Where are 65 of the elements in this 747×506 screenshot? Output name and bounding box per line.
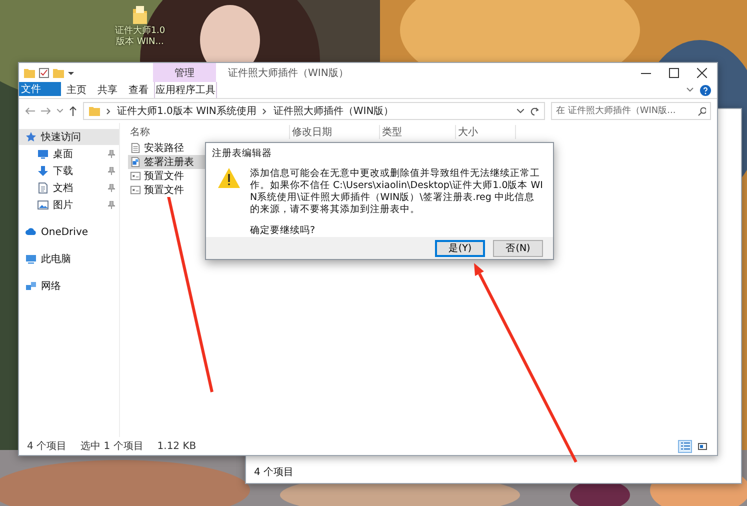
- nav-item[interactable]: 网络: [19, 278, 119, 294]
- nav-item[interactable]: 此电脑: [19, 251, 119, 267]
- document-icon: [37, 182, 49, 194]
- file-icon: [130, 184, 141, 196]
- ribbon-tab[interactable]: 查看: [123, 82, 154, 98]
- file-icon: [130, 142, 141, 154]
- item-count: 4 个项目: [254, 467, 294, 478]
- folder-icon[interactable]: [133, 6, 147, 24]
- maximize-icon[interactable]: [669, 68, 679, 78]
- ribbon-tab[interactable]: 文件: [19, 82, 61, 96]
- item-count: 4 个项目: [27, 440, 67, 453]
- warning-icon: [218, 168, 240, 188]
- refresh-icon[interactable]: [530, 106, 539, 116]
- image-icon: [37, 199, 49, 211]
- folder-icon: [89, 106, 100, 116]
- pin-icon[interactable]: [108, 150, 115, 158]
- dialog-button[interactable]: 是(Y): [435, 240, 485, 256]
- checkbox-icon[interactable]: [39, 68, 49, 78]
- column-header[interactable]: 修改日期: [290, 125, 380, 139]
- selection-count: 选中 1 个项目: [80, 440, 144, 453]
- dialog-title: 注册表编辑器: [212, 148, 272, 159]
- desktop-icon-label[interactable]: 证件大师1.0 版本 WIN...: [114, 26, 166, 48]
- context-tab-header: 管理: [153, 63, 216, 82]
- help-icon[interactable]: [700, 84, 711, 96]
- cloud-icon: [25, 226, 37, 238]
- download-icon: [37, 165, 49, 177]
- search-icon: [698, 106, 706, 116]
- chevron-icon[interactable]: [686, 87, 694, 93]
- computer-icon: [25, 253, 37, 265]
- breadcrumb[interactable]: 证件大师1.0版本 WIN系统使用: [117, 104, 256, 118]
- nav-item[interactable]: 快速访问: [19, 129, 119, 145]
- network-icon: [25, 280, 37, 292]
- desktop-icon: [37, 148, 49, 160]
- nav-item[interactable]: 图片: [19, 197, 119, 213]
- pin-icon[interactable]: [108, 184, 115, 192]
- column-header[interactable]: 大小: [456, 125, 516, 139]
- up-icon[interactable]: [69, 106, 77, 116]
- dropdown-icon[interactable]: [517, 108, 524, 114]
- back-icon[interactable]: [25, 107, 35, 115]
- file-icon: [130, 156, 141, 168]
- column-header[interactable]: 类型: [380, 125, 456, 139]
- selection-size: 1.12 KB: [157, 440, 196, 452]
- column-header[interactable]: 名称: [128, 125, 290, 139]
- pin-icon[interactable]: [108, 201, 115, 209]
- nav-item[interactable]: 桌面: [19, 146, 119, 162]
- chevron-icon[interactable]: [262, 108, 268, 114]
- nav-item[interactable]: OneDrive: [19, 224, 119, 240]
- breadcrumb[interactable]: 证件照大师插件（WIN版）: [273, 104, 394, 118]
- ribbon-tab[interactable]: 应用程序工具: [154, 82, 217, 98]
- ribbon-tab[interactable]: 共享: [92, 82, 123, 98]
- dialog-button[interactable]: 否(N): [493, 240, 543, 256]
- dialog-question: 确定要继续吗?: [250, 224, 316, 237]
- pin-icon[interactable]: [108, 167, 115, 175]
- file-icon: [130, 170, 141, 182]
- star-icon: [25, 131, 37, 143]
- chevron-icon[interactable]: [106, 108, 111, 114]
- nav-item[interactable]: 下载: [19, 163, 119, 179]
- dialog-message: 添加信息可能会在无意中更改或删除值并导致组件无法继续正常工作。如果你不信任 C:\Users\xiaolin\Desktop\证件大师1.0版本 WIN系统使用\证件照大师插件（WIN版）\签署注册表.reg 中此信息的来源，请不要将其添加到注册表中。: [250, 168, 543, 216]
- nav-item[interactable]: 文档: [19, 180, 119, 196]
- window-title: 证件照大师插件（WIN版）: [228, 66, 348, 80]
- forward-icon[interactable]: [41, 107, 51, 115]
- ribbon-tab[interactable]: 主页: [61, 82, 92, 98]
- details-view-icon[interactable]: [678, 440, 692, 452]
- address-bar[interactable]: 证件大师1.0版本 WIN系统使用 证件照大师插件（WIN版）: [83, 102, 545, 120]
- close-icon[interactable]: [697, 68, 707, 78]
